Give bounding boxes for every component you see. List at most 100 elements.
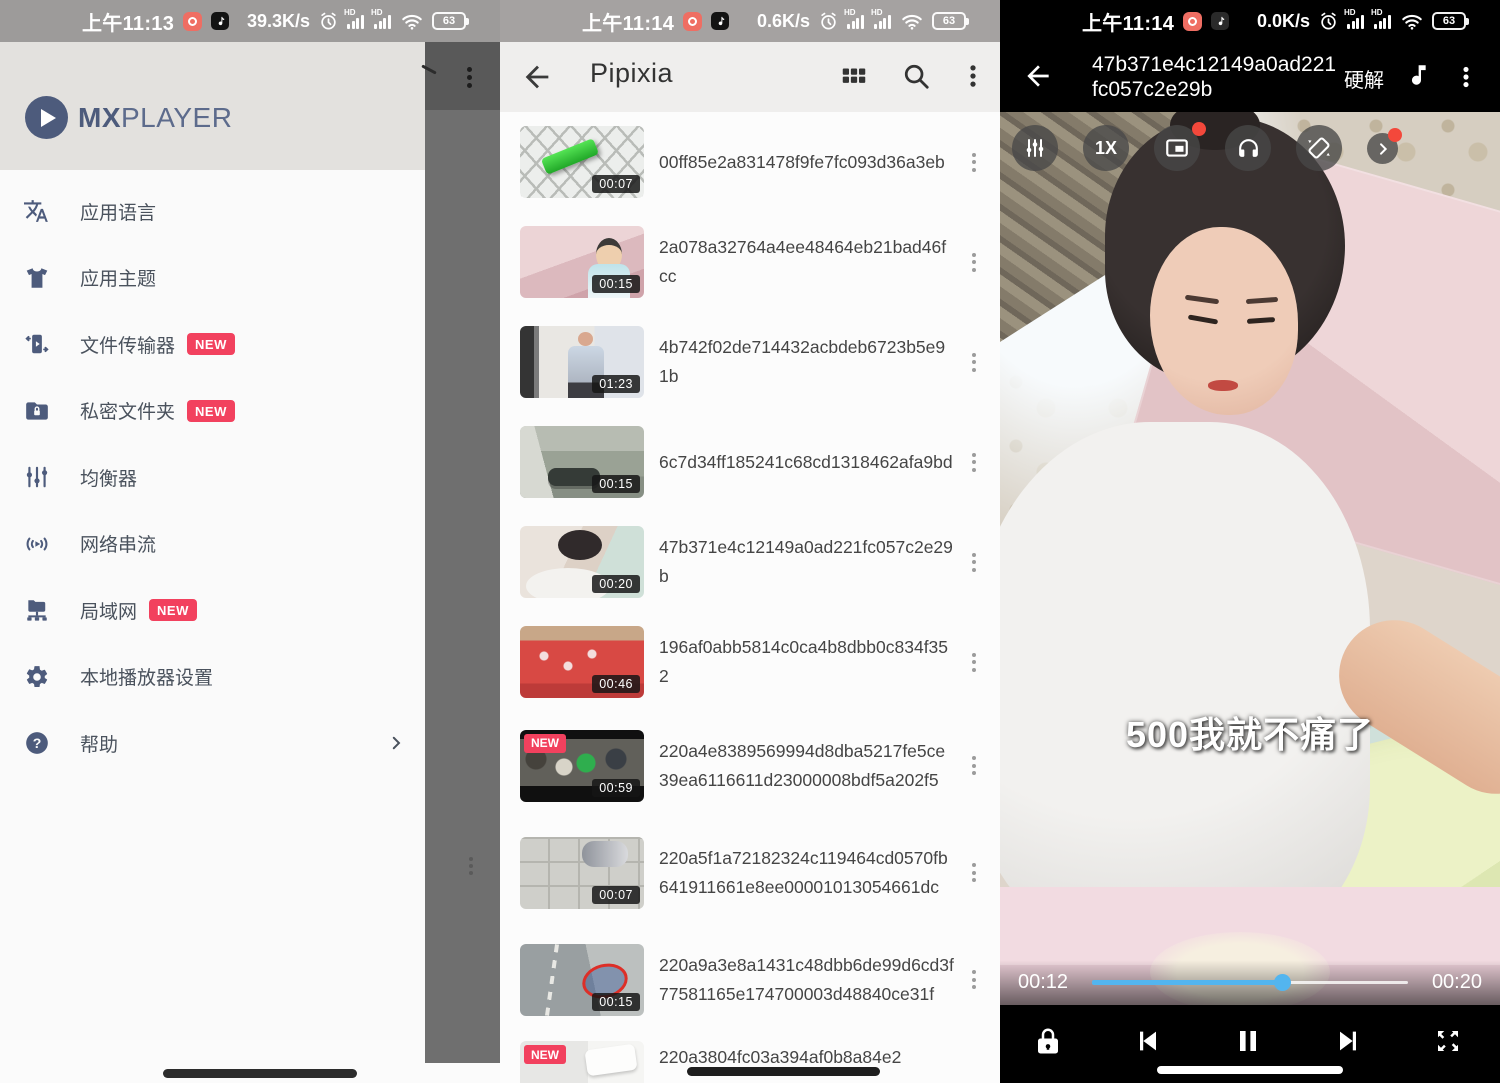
- video-more-options-icon[interactable]: [972, 860, 976, 886]
- drawer-item-network-stream[interactable]: 网络串流: [0, 511, 425, 578]
- drawer-item-local-player-settings[interactable]: 本地播放器设置: [0, 644, 425, 711]
- seek-thumb[interactable]: [1274, 974, 1291, 991]
- scene-lips: [1208, 380, 1238, 391]
- file-transfer-icon: [23, 331, 50, 358]
- video-filename: 4b742f02de714432acbdeb6723b5e91b: [659, 333, 954, 391]
- drawer-item-label: 网络串流: [80, 530, 156, 557]
- new-badge: NEW: [149, 599, 197, 621]
- dimmed-more-options-icon: [467, 64, 472, 91]
- video-row[interactable]: 00:07 220a5f1a72182324c119464cd0570fb641…: [500, 819, 1000, 926]
- video-list: 00:07 00ff85e2a831478f9fe7fc093d36a3eb 0…: [500, 112, 1000, 1083]
- more-options-button[interactable]: [1452, 62, 1480, 92]
- more-options-button[interactable]: [958, 61, 990, 93]
- chevron-right-icon: [387, 734, 405, 752]
- home-indicator[interactable]: [687, 1067, 880, 1076]
- clock-text: 上午11:13: [82, 7, 174, 36]
- drawer-item-help[interactable]: ? 帮助: [0, 710, 425, 777]
- tiktok-icon: [711, 12, 729, 30]
- equalizer-button[interactable]: [1012, 125, 1058, 171]
- notification-dot: [1192, 122, 1206, 136]
- battery-icon: 63: [1432, 12, 1466, 30]
- grid-view-button[interactable]: [839, 61, 871, 93]
- video-row[interactable]: 00:20 47b371e4c12149a0ad221fc057c2e29b: [500, 512, 1000, 612]
- fullscreen-button[interactable]: [1428, 1021, 1468, 1061]
- screen-record-icon: [683, 12, 702, 31]
- drawer-menu: 应用语言 应用主题 文件传输器 NEW 私密文件夹 NEW: [0, 170, 425, 1040]
- previous-button[interactable]: [1128, 1021, 1168, 1061]
- duration-badge: 00:46: [592, 675, 640, 693]
- home-indicator[interactable]: [1157, 1066, 1343, 1074]
- drawer-item-label: 帮助: [80, 730, 118, 757]
- video-more-options-icon[interactable]: [972, 649, 976, 675]
- video-row[interactable]: 00:15 2a078a32764a4ee48464eb21bad46fcc: [500, 212, 1000, 312]
- alarm-icon: [1319, 12, 1338, 31]
- next-button[interactable]: [1328, 1021, 1368, 1061]
- clock-text: 上午11:14: [1082, 7, 1174, 36]
- back-button[interactable]: [520, 60, 554, 94]
- new-badge: NEW: [187, 333, 235, 355]
- lock-button[interactable]: [1028, 1021, 1068, 1061]
- drawer-item-file-transfer[interactable]: 文件传输器 NEW: [0, 311, 425, 378]
- pause-button[interactable]: [1228, 1021, 1268, 1061]
- video-filename: 47b371e4c12149a0ad221fc057c2e29b: [659, 533, 954, 591]
- translate-icon: [23, 198, 50, 225]
- video-more-options-icon[interactable]: [972, 449, 976, 475]
- video-more-options-icon[interactable]: [972, 349, 976, 375]
- equalizer-icon: [23, 464, 50, 491]
- duration-badge: 00:07: [592, 175, 640, 193]
- logo-player-text: PLAYER: [121, 102, 232, 133]
- video-row[interactable]: 00:15 220a9a3e8a1431c48dbb6de99d6cd3f775…: [500, 926, 1000, 1033]
- drawer-item-app-theme[interactable]: 应用主题: [0, 245, 425, 312]
- drawer-item-label: 应用语言: [80, 198, 156, 225]
- duration-badge: 00:15: [592, 275, 640, 293]
- alarm-icon: [819, 12, 838, 31]
- video-more-options-icon[interactable]: [972, 967, 976, 993]
- dimmed-list-kebab-icon: [469, 854, 473, 878]
- help-icon: ?: [23, 730, 50, 757]
- network-stream-icon: [23, 530, 50, 557]
- video-more-options-icon[interactable]: [972, 149, 976, 175]
- search-button[interactable]: [901, 61, 933, 93]
- status-bar: 上午11:14 0.6K/s HD HD 63: [500, 0, 1000, 42]
- audio-track-button[interactable]: [1404, 60, 1434, 92]
- rotate-screen-button[interactable]: [1296, 125, 1342, 171]
- seek-track[interactable]: [1092, 981, 1408, 985]
- alarm-icon: [319, 12, 338, 31]
- video-filename: 196af0abb5814c0ca4b8dbb0c834f352: [659, 633, 954, 691]
- video-row[interactable]: 00:15 6c7d34ff185241c68cd1318462afa9bd: [500, 412, 1000, 512]
- decoder-toggle[interactable]: 硬解: [1344, 64, 1384, 93]
- drawer-item-lan[interactable]: 局域网 NEW: [0, 577, 425, 644]
- video-row[interactable]: 01:23 4b742f02de714432acbdeb6723b5e91b: [500, 312, 1000, 412]
- drawer-item-app-language[interactable]: 应用语言: [0, 178, 425, 245]
- video-more-options-icon[interactable]: [972, 549, 976, 575]
- video-row[interactable]: 00:46 196af0abb5814c0ca4b8dbb0c834f352: [500, 612, 1000, 712]
- duration-badge: 00:59: [592, 779, 640, 797]
- drawer-item-label: 本地播放器设置: [80, 663, 213, 690]
- video-thumbnail: 00:07: [520, 126, 644, 198]
- status-bar: 上午11:14 0.0K/s HD HD 63: [1000, 0, 1500, 42]
- video-filename: 00ff85e2a831478f9fe7fc093d36a3eb: [659, 148, 954, 177]
- video-filename: 220a4e8389569994d8dba5217fe5ce39ea611661…: [659, 737, 954, 795]
- video-row[interactable]: NEW 00:59 220a4e8389569994d8dba5217fe5ce…: [500, 712, 1000, 819]
- home-indicator[interactable]: [163, 1069, 357, 1078]
- tshirt-icon: [23, 264, 50, 291]
- video-thumbnail: NEW 00:59: [520, 730, 644, 802]
- video-folder-screen: 上午11:14 0.6K/s HD HD 63 Pipixia: [500, 0, 1000, 1083]
- video-frame[interactable]: [1000, 112, 1500, 1005]
- drawer-item-private-folder[interactable]: 私密文件夹 NEW: [0, 378, 425, 445]
- video-thumbnail: 00:15: [520, 944, 644, 1016]
- new-badge: NEW: [524, 1045, 566, 1064]
- video-more-options-icon[interactable]: [972, 753, 976, 779]
- drawer-item-equalizer[interactable]: 均衡器: [0, 444, 425, 511]
- video-more-options-icon[interactable]: [972, 249, 976, 275]
- total-time: 00:20: [1432, 971, 1482, 994]
- drawer-item-label: 应用主题: [80, 264, 156, 291]
- headphones-button[interactable]: [1225, 125, 1271, 171]
- lan-icon: [23, 597, 50, 624]
- playback-speed-button[interactable]: 1X: [1083, 125, 1129, 171]
- page-title: Pipixia: [590, 58, 673, 89]
- cellular-signal-icon-2: HD: [874, 13, 892, 29]
- drawer-scrim[interactable]: [425, 42, 500, 1063]
- back-button[interactable]: [1022, 60, 1054, 92]
- video-row[interactable]: 00:07 00ff85e2a831478f9fe7fc093d36a3eb: [500, 112, 1000, 212]
